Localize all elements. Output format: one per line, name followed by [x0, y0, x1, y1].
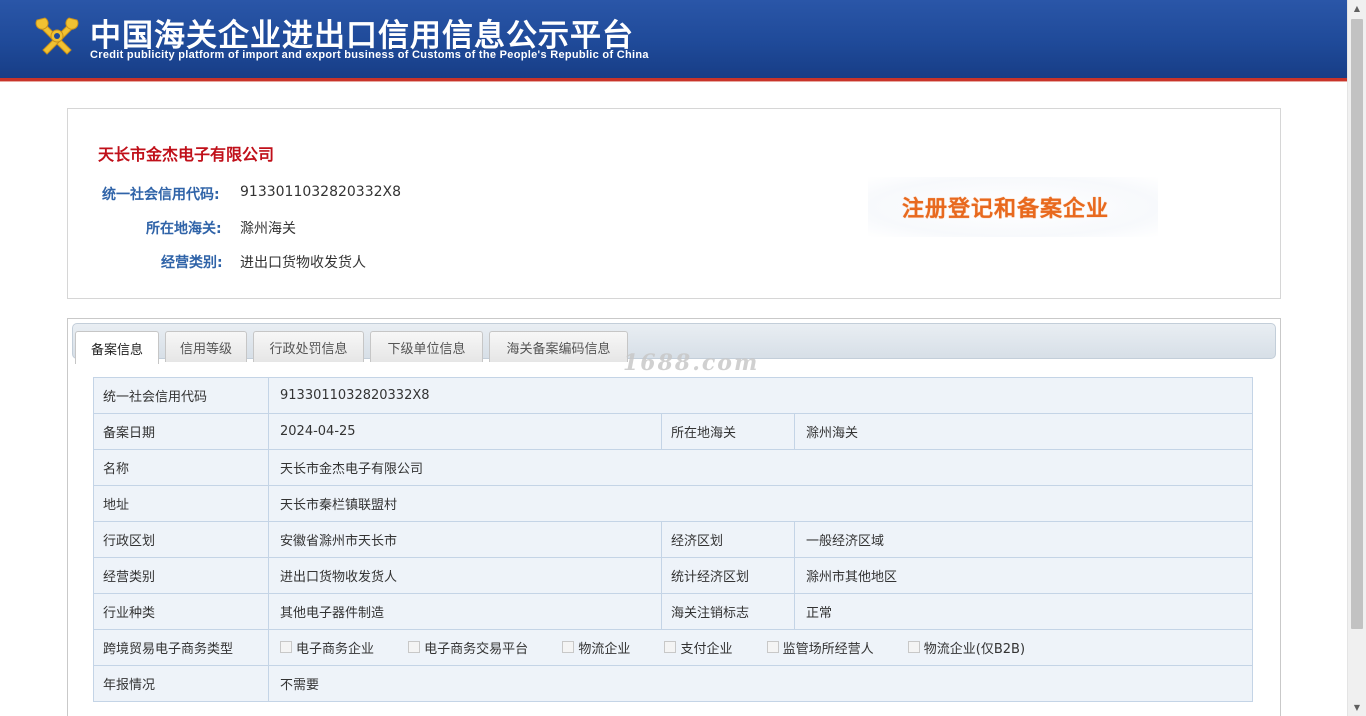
field-label: 年报情况	[93, 665, 269, 702]
field-label: 经济区划	[661, 521, 795, 558]
record-info-table: 统一社会信用代码 9133011032820332X8 备案日期 2024-04…	[93, 377, 1253, 702]
summary-row-credit-code: 统一社会信用代码: 9133011032820332X8	[68, 184, 488, 204]
tab-credit-level[interactable]: 信用等级	[165, 331, 247, 362]
summary-value: 滁州海关	[240, 221, 296, 237]
biz-type-value: 进出口货物收发货人	[268, 557, 662, 594]
tab-record-info[interactable]: 备案信息	[75, 331, 159, 364]
detail-panel: 备案信息 信用等级 行政处罚信息 下级单位信息 海关备案编码信息 1688.co…	[67, 318, 1281, 716]
field-label: 统一社会信用代码	[93, 377, 269, 414]
field-label: 名称	[93, 449, 269, 486]
table-row: 统一社会信用代码 9133011032820332X8	[93, 377, 1253, 414]
checkbox-box[interactable]	[664, 641, 677, 654]
vertical-scrollbar[interactable]: ▲ ▼	[1347, 0, 1366, 716]
ecommerce-checkbox[interactable]: 电子商务交易平台	[408, 638, 528, 657]
field-label: 统计经济区划	[661, 557, 795, 594]
industry-value: 其他电子器件制造	[268, 593, 662, 630]
checkbox-box[interactable]	[408, 641, 421, 654]
watermark: 1688.com	[623, 350, 760, 376]
customs-value: 滁州海关	[794, 413, 1253, 450]
checkbox-label: 电子商务交易平台	[424, 641, 529, 657]
scroll-up-icon[interactable]: ▲	[1348, 0, 1366, 17]
ecommerce-checkbox[interactable]: 物流企业	[562, 638, 630, 657]
table-row: 行业种类 其他电子器件制造 海关注销标志 正常	[93, 593, 1253, 630]
ecommerce-checkbox[interactable]: 物流企业(仅B2B)	[907, 638, 1026, 657]
site-header: 中国海关企业进出口信用信息公示平台 Credit publicity platf…	[0, 0, 1347, 82]
checkbox-box[interactable]	[280, 641, 292, 654]
checkbox-box[interactable]	[766, 641, 779, 654]
scroll-down-icon[interactable]: ▼	[1348, 699, 1366, 716]
tab-penalty-info[interactable]: 行政处罚信息	[253, 331, 364, 362]
field-label: 行政区划	[93, 521, 269, 558]
record-date-value: 2024-04-25	[268, 413, 662, 450]
field-label: 跨境贸易电子商务类型	[93, 629, 269, 666]
summary-value: 进出口货物收发货人	[240, 255, 366, 271]
field-label: 经营类别	[93, 557, 269, 594]
checkbox-box[interactable]	[562, 641, 575, 654]
table-row: 年报情况 不需要	[93, 665, 1253, 702]
checkbox-label: 监管场所经营人	[782, 641, 874, 657]
tab-strip: 备案信息 信用等级 行政处罚信息 下级单位信息 海关备案编码信息 1688.co…	[72, 323, 1276, 376]
registration-badge-text: 注册登记和备案企业	[902, 197, 1110, 222]
admin-region-value: 安徽省滁州市天长市	[268, 521, 662, 558]
field-label: 地址	[93, 485, 269, 522]
ecommerce-checkbox[interactable]: 电子商务企业	[280, 638, 374, 657]
checkbox-label: 支付企业	[680, 641, 733, 657]
checkbox-box[interactable]	[907, 641, 920, 654]
scroll-thumb[interactable]	[1351, 19, 1363, 629]
company-name: 天长市金杰电子有限公司	[98, 145, 275, 164]
summary-label: 所在地海关:	[146, 221, 222, 237]
checkbox-label: 物流企业	[578, 641, 631, 657]
address-value: 天长市秦栏镇联盟村	[268, 485, 1253, 522]
ecommerce-checkbox[interactable]: 支付企业	[664, 638, 732, 657]
tab-subunit-info[interactable]: 下级单位信息	[370, 331, 483, 362]
name-value: 天长市金杰电子有限公司	[268, 449, 1253, 486]
ecommerce-checkbox[interactable]: 监管场所经营人	[766, 638, 874, 657]
table-row: 地址 天长市秦栏镇联盟村	[93, 485, 1253, 522]
checkbox-label: 物流企业(仅B2B)	[923, 641, 1026, 657]
field-label: 行业种类	[93, 593, 269, 630]
table-row: 备案日期 2024-04-25 所在地海关 滁州海关	[93, 413, 1253, 450]
table-row: 名称 天长市金杰电子有限公司	[93, 449, 1253, 486]
table-row: 经营类别 进出口货物收发货人 统计经济区划 滁州市其他地区	[93, 557, 1253, 594]
annual-report-value: 不需要	[268, 665, 1253, 702]
site-subtitle: Credit publicity platform of import and …	[90, 49, 649, 61]
customs-emblem-icon	[35, 17, 79, 55]
registration-badge: 注册登记和备案企业	[868, 177, 1158, 237]
summary-row-biz-type: 经营类别: 进出口货物收发货人	[68, 252, 488, 272]
tab-customs-code-info[interactable]: 海关备案编码信息	[489, 331, 628, 362]
summary-row-customs: 所在地海关: 滁州海关	[68, 218, 488, 238]
company-summary: 天长市金杰电子有限公司 统一社会信用代码: 9133011032820332X8…	[67, 108, 1281, 299]
field-label: 所在地海关	[661, 413, 795, 450]
cancel-flag-value: 正常	[794, 593, 1253, 630]
field-label: 备案日期	[93, 413, 269, 450]
table-row: 跨境贸易电子商务类型 电子商务企业 电子商务交易平台 物流企业 支付企业 监管场…	[93, 629, 1253, 666]
table-row: 行政区划 安徽省滁州市天长市 经济区划 一般经济区域	[93, 521, 1253, 558]
stat-region-value: 滁州市其他地区	[794, 557, 1253, 594]
summary-label: 经营类别:	[161, 255, 223, 271]
field-label: 海关注销标志	[661, 593, 795, 630]
ecommerce-type-options: 电子商务企业 电子商务交易平台 物流企业 支付企业 监管场所经营人 物流企业(仅…	[268, 629, 1253, 666]
summary-value: 9133011032820332X8	[240, 184, 402, 200]
summary-label: 统一社会信用代码:	[102, 187, 220, 203]
econ-region-value: 一般经济区域	[794, 521, 1253, 558]
credit-code-value: 9133011032820332X8	[268, 377, 1253, 414]
checkbox-label: 电子商务企业	[296, 641, 375, 657]
